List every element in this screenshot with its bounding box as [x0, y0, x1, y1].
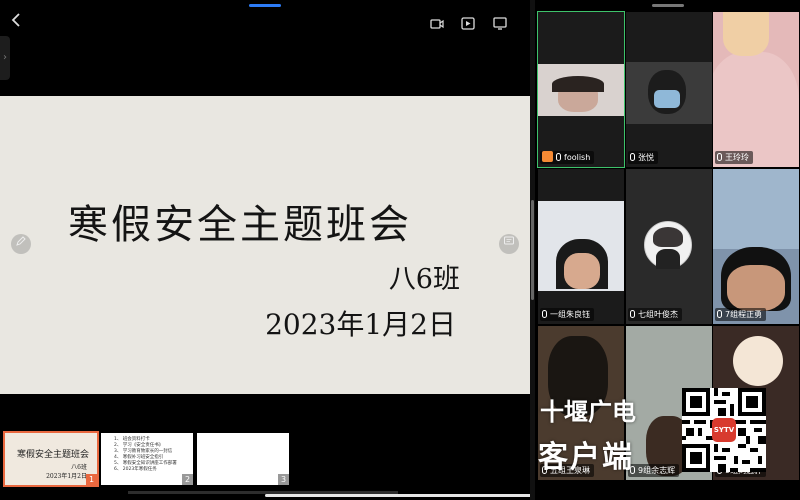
annotate-button[interactable] — [11, 234, 31, 254]
participant-label: 王玲玲 — [715, 151, 753, 164]
mic-icon — [630, 153, 635, 161]
avatar-body — [656, 249, 680, 269]
avatar-hair — [653, 227, 683, 247]
slide-title: 寒假安全主题班会 — [68, 202, 412, 248]
thumbnail-number: 2 — [182, 474, 193, 485]
participant-label: 七组叶俊杰 — [628, 308, 682, 321]
share-screen-icon[interactable] — [493, 15, 507, 30]
slide-date: 2023年1月2日 — [265, 308, 456, 341]
participant-label: 9组余志辉 — [628, 464, 680, 477]
participant-label: 张悦 — [628, 151, 658, 164]
notes-icon — [504, 236, 514, 245]
participant-video — [713, 52, 799, 167]
mic-icon — [717, 310, 722, 318]
mic-icon — [630, 310, 635, 318]
thumbnail-number: 1 — [86, 474, 97, 485]
participant-label: 7组程正勇 — [715, 308, 767, 321]
notes-button[interactable] — [499, 234, 519, 254]
side-panel-handle[interactable]: › — [0, 36, 10, 80]
shared-slide: 寒假安全主题班会 八6班 2023年1月2日 — [0, 96, 530, 394]
thumbnail-subtitle: 八6班 2023年1月2日 — [46, 464, 87, 480]
thumbnail-1[interactable]: 寒假安全主题班会 八6班 2023年1月2日 1 — [3, 431, 99, 487]
screen-record-icon[interactable] — [461, 15, 475, 30]
participant-label: foolish — [540, 151, 595, 164]
mic-icon — [556, 153, 561, 161]
participant-tile[interactable]: 王玲玲 — [713, 12, 799, 167]
top-toolbar — [0, 0, 530, 45]
thumbnail-agenda-list: 1、 班会资料打卡 2、 学习《安全责任书》 3、 学习教育致家长的一封信 4、… — [114, 437, 177, 472]
participant-face — [564, 253, 600, 289]
grid-top-indicator — [652, 4, 684, 7]
slide-class-name: 八6班 — [388, 264, 460, 295]
thumbnail-3[interactable]: 3 — [197, 433, 289, 485]
home-indicator — [265, 494, 535, 497]
participant-tile[interactable]: 一组朱良钰 — [538, 169, 624, 324]
chevron-left-icon — [11, 13, 20, 27]
back-button[interactable] — [8, 12, 26, 32]
participant-face — [727, 265, 785, 311]
thumbnail-title: 寒假安全主题班会 — [17, 450, 90, 460]
host-icon — [542, 151, 553, 162]
mic-icon — [717, 153, 722, 161]
top-indicator — [249, 4, 281, 7]
participant-tile[interactable]: 张悦 — [626, 12, 712, 167]
mic-icon — [542, 310, 547, 318]
face-mask — [654, 90, 680, 108]
participant-label: 一组朱良钰 — [540, 308, 594, 321]
slide-thumbnails: 寒假安全主题班会 八6班 2023年1月2日 1 1、 班会资料打卡 2、 学习… — [0, 430, 530, 490]
participant-face — [723, 12, 769, 56]
split-divider-handle[interactable] — [531, 200, 534, 300]
participant-video — [713, 169, 799, 249]
watermark-line2: 客户端 — [538, 440, 634, 475]
participant-tile[interactable]: foolish — [537, 11, 625, 168]
camera-switch-icon[interactable] — [430, 15, 444, 29]
pen-icon — [16, 236, 26, 246]
participant-tile[interactable]: 七组叶俊杰 — [626, 169, 712, 324]
qr-logo-badge: SYTV — [712, 418, 736, 442]
participant-light — [733, 336, 783, 386]
thumbnail-2[interactable]: 1、 班会资料打卡 2、 学习《安全责任书》 3、 学习教育致家长的一封信 4、… — [101, 433, 193, 485]
watermark-line1: 十堰广电 — [540, 397, 636, 426]
participant-hair — [552, 76, 604, 92]
participant-tile[interactable]: 7组程正勇 — [713, 169, 799, 324]
thumbnail-number: 3 — [278, 474, 289, 485]
